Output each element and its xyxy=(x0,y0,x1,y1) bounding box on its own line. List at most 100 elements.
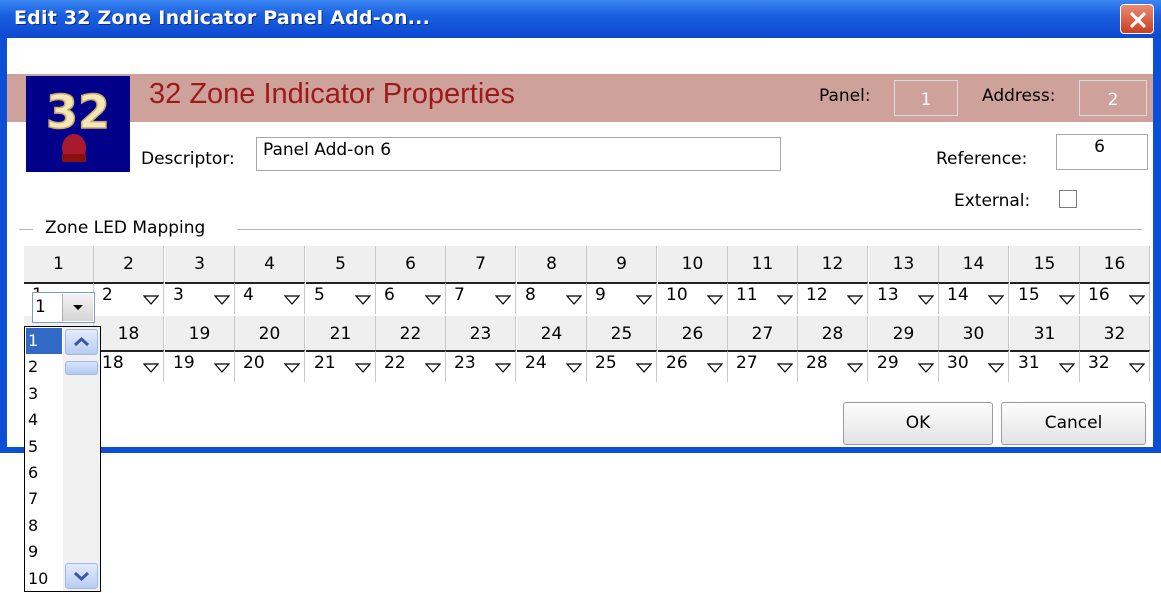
close-icon xyxy=(1130,12,1146,28)
select-value: 3 xyxy=(173,285,184,305)
row1-header-15: 15 xyxy=(1010,246,1080,282)
zone-31-select[interactable]: 31 xyxy=(1010,350,1080,382)
select-value: 5 xyxy=(314,285,325,305)
dropdown-option[interactable]: 6 xyxy=(26,460,62,486)
zone-2-select[interactable]: 2 xyxy=(94,282,164,314)
logo-text: 32 xyxy=(46,85,110,139)
dropdown-arrow-icon xyxy=(777,295,793,305)
title-bar[interactable]: Edit 32 Zone Indicator Panel Add-on... xyxy=(0,0,1161,38)
zone-1-combo[interactable]: 1 xyxy=(32,292,95,323)
row2-header-22: 22 xyxy=(376,316,446,352)
dropdown-option[interactable]: 8 xyxy=(26,513,62,539)
row2-header-32: 32 xyxy=(1080,316,1150,352)
zone-26-select[interactable]: 26 xyxy=(658,350,728,382)
external-checkbox[interactable] xyxy=(1059,190,1077,208)
zone-16-select[interactable]: 16 xyxy=(1080,282,1150,314)
panel-field: 1 xyxy=(894,80,958,116)
dropdown-option[interactable]: 2 xyxy=(26,354,62,380)
dialog-body: 32 32 Zone Indicator Properties Panel: 1… xyxy=(7,38,1153,447)
zone-7-select[interactable]: 7 xyxy=(446,282,516,314)
select-value: 20 xyxy=(243,353,265,373)
row2-header-20: 20 xyxy=(235,316,305,352)
zone-13-select[interactable]: 13 xyxy=(869,282,939,314)
external-label: External: xyxy=(954,191,1031,211)
group-line-right xyxy=(237,229,1142,230)
select-value: 15 xyxy=(1018,285,1040,305)
zone-14-select[interactable]: 14 xyxy=(939,282,1009,314)
dropdown-option[interactable]: 9 xyxy=(26,539,62,565)
select-value: 24 xyxy=(525,353,547,373)
dropdown-arrow-icon xyxy=(355,295,371,305)
zone-15-select[interactable]: 15 xyxy=(1010,282,1080,314)
scroll-up-button[interactable] xyxy=(65,329,98,355)
select-value: 31 xyxy=(1018,353,1040,373)
row2-header-24: 24 xyxy=(517,316,587,352)
zone-3-select[interactable]: 3 xyxy=(165,282,235,314)
dropdown-arrow-icon xyxy=(707,363,723,373)
row2-header-28: 28 xyxy=(798,316,868,352)
dropdown-option[interactable]: 7 xyxy=(26,486,62,512)
close-button[interactable] xyxy=(1120,4,1154,34)
dropdown-option[interactable]: 4 xyxy=(26,407,62,433)
zone-18-select[interactable]: 18 xyxy=(94,350,164,382)
dropdown-option[interactable]: 10 xyxy=(26,566,62,592)
select-value: 7 xyxy=(454,285,465,305)
dropdown-arrow-icon xyxy=(636,363,652,373)
zone-24-select[interactable]: 24 xyxy=(517,350,587,382)
select-value: 21 xyxy=(314,353,336,373)
zone-4-select[interactable]: 4 xyxy=(235,282,305,314)
zone-12-select[interactable]: 12 xyxy=(798,282,868,314)
combo-dropdown-button[interactable] xyxy=(62,294,93,321)
row2-header-23: 23 xyxy=(446,316,516,352)
dropdown-arrow-icon xyxy=(566,363,582,373)
dropdown-arrow-icon xyxy=(566,295,582,305)
properties-title: 32 Zone Indicator Properties xyxy=(149,78,515,110)
select-value: 4 xyxy=(243,285,254,305)
zone-1-dropdown-list[interactable]: 1 2 3 4 5 6 7 8 9 10 xyxy=(24,326,101,592)
zone-8-select[interactable]: 8 xyxy=(517,282,587,314)
dropdown-arrow-icon xyxy=(707,295,723,305)
ok-button[interactable]: OK xyxy=(843,402,993,445)
row1-header-7: 7 xyxy=(446,246,516,282)
dropdown-arrow-icon xyxy=(214,295,230,305)
row1-header-9: 9 xyxy=(587,246,657,282)
zone-22-select[interactable]: 22 xyxy=(376,350,446,382)
dropdown-arrow-icon xyxy=(847,363,863,373)
select-value: 32 xyxy=(1088,353,1110,373)
zone-28-select[interactable]: 28 xyxy=(798,350,868,382)
row1-header-4: 4 xyxy=(235,246,305,282)
scroll-thumb[interactable] xyxy=(65,361,98,375)
zone-19-select[interactable]: 19 xyxy=(165,350,235,382)
zone-6-select[interactable]: 6 xyxy=(376,282,446,314)
zone-10-select[interactable]: 10 xyxy=(658,282,728,314)
row2-header-26: 26 xyxy=(658,316,728,352)
scroll-down-button[interactable] xyxy=(65,563,98,589)
dropdown-scrollbar[interactable] xyxy=(63,327,100,591)
dropdown-option[interactable]: 1 xyxy=(26,328,62,354)
zone-25-select[interactable]: 25 xyxy=(587,350,657,382)
zone-5-select[interactable]: 5 xyxy=(306,282,376,314)
row1-header-10: 10 xyxy=(658,246,728,282)
zone-20-select[interactable]: 20 xyxy=(235,350,305,382)
chevron-down-icon xyxy=(73,305,83,310)
zone-23-select[interactable]: 23 xyxy=(446,350,516,382)
cancel-button[interactable]: Cancel xyxy=(1001,402,1146,445)
dropdown-arrow-icon xyxy=(636,295,652,305)
descriptor-input[interactable]: Panel Add-on 6 xyxy=(256,137,781,171)
row2-header-29: 29 xyxy=(869,316,939,352)
dropdown-arrow-icon xyxy=(495,363,511,373)
row2-header-25: 25 xyxy=(587,316,657,352)
zone-29-select[interactable]: 29 xyxy=(869,350,939,382)
dropdown-option[interactable]: 5 xyxy=(26,434,62,460)
zone-27-select[interactable]: 27 xyxy=(728,350,798,382)
reference-input[interactable]: 6 xyxy=(1056,134,1148,170)
zone-indicator-logo: 32 xyxy=(26,76,130,172)
zone-21-select[interactable]: 21 xyxy=(306,350,376,382)
dropdown-option[interactable]: 3 xyxy=(26,381,62,407)
zone-30-select[interactable]: 30 xyxy=(939,350,1009,382)
zone-9-select[interactable]: 9 xyxy=(587,282,657,314)
select-value: 14 xyxy=(947,285,969,305)
descriptor-label: Descriptor: xyxy=(141,149,235,169)
zone-32-select[interactable]: 32 xyxy=(1080,350,1150,382)
zone-11-select[interactable]: 11 xyxy=(728,282,798,314)
